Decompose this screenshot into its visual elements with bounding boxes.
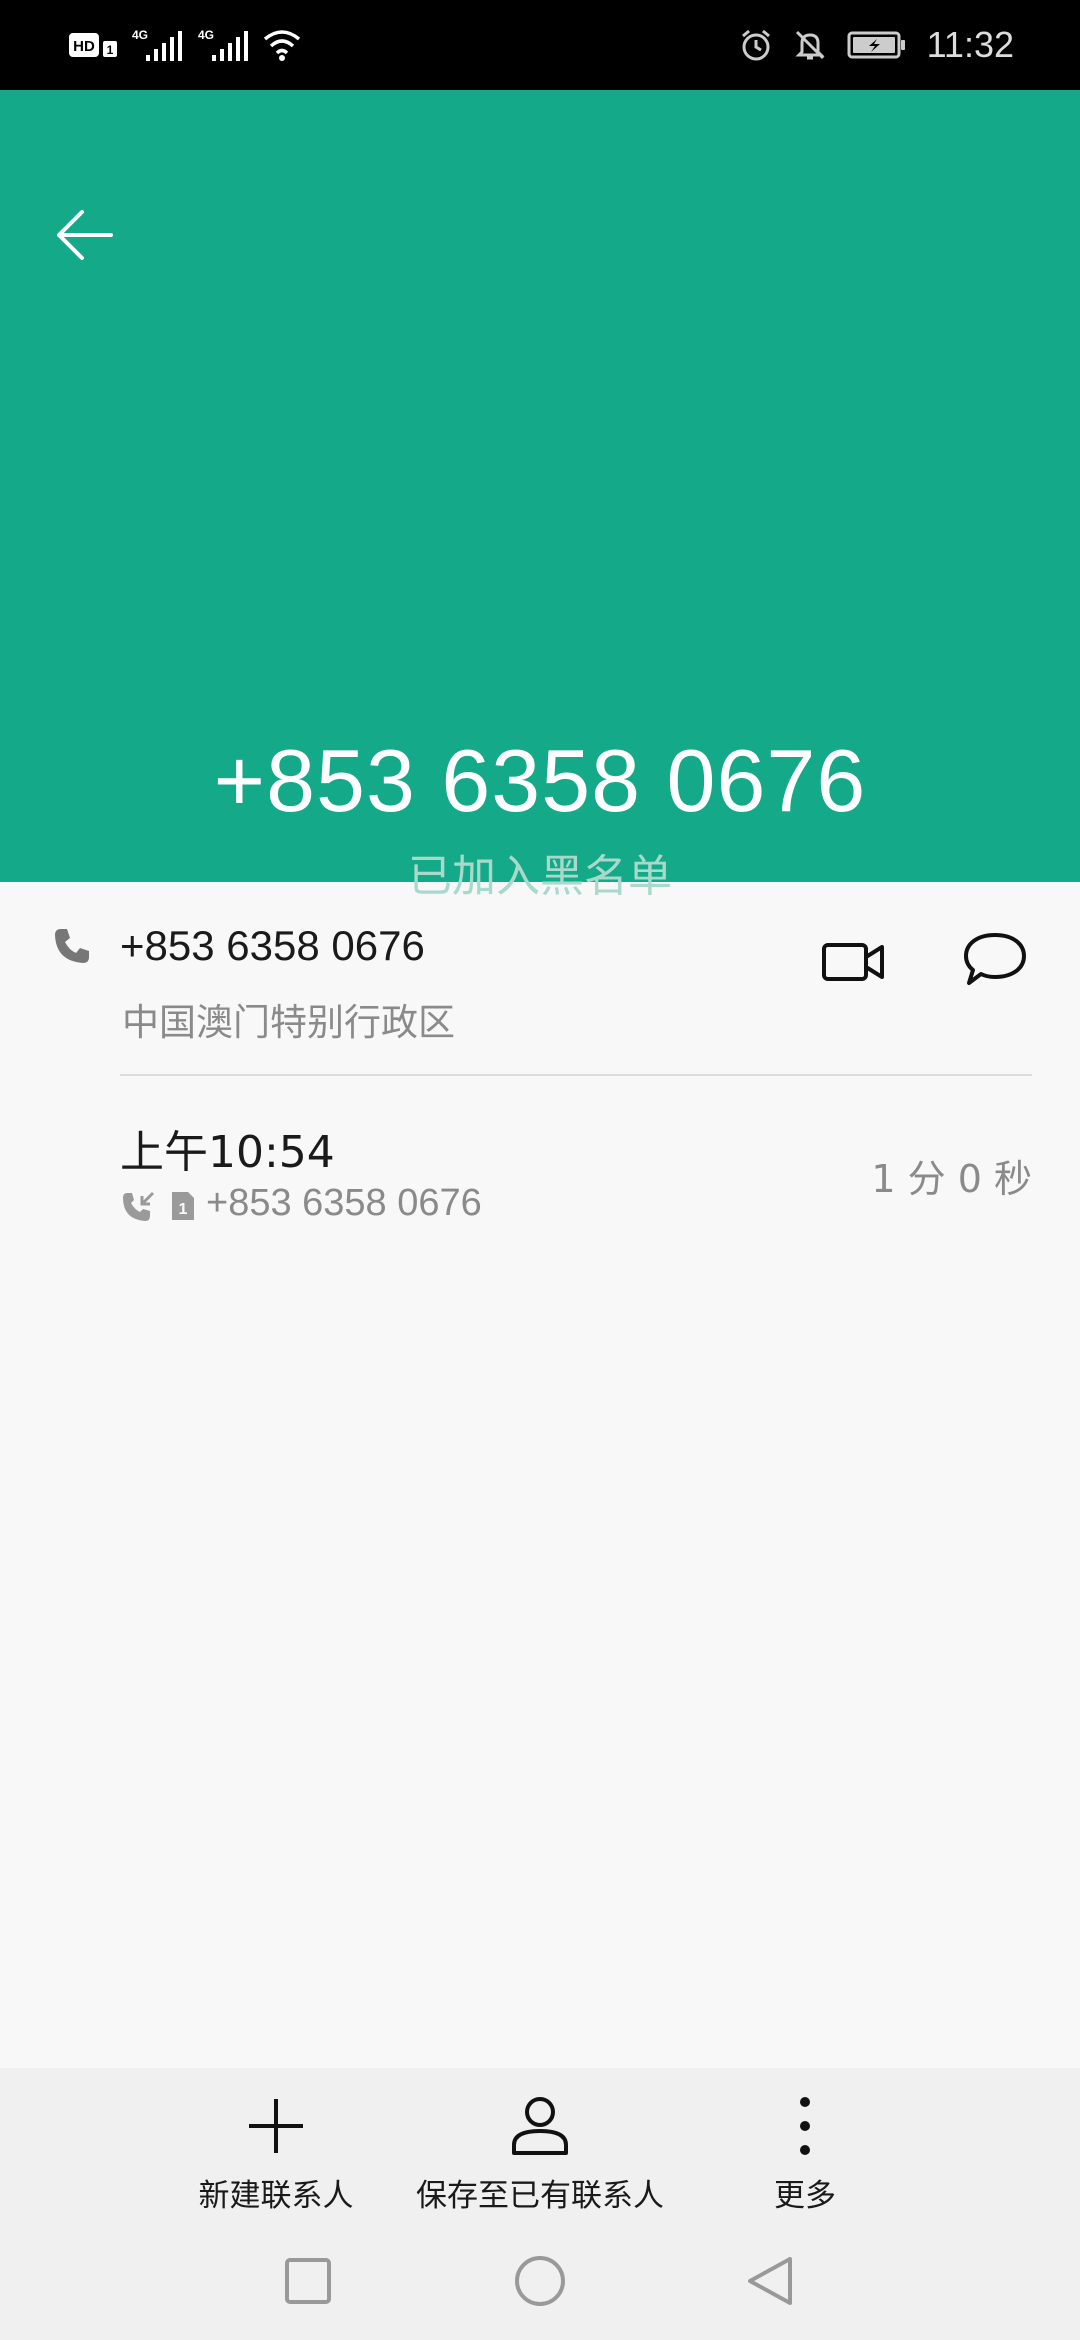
network-label-2: 4G [198,28,214,42]
status-time: 11:32 [926,24,1014,65]
new-contact-button[interactable]: 新建联系人 [176,2068,376,2218]
sim1-label: 1 [107,43,114,57]
signal-icon: 4G [132,28,182,61]
row-region: 中国澳门特别行政区 [122,1001,455,1044]
hd-icon: HD 1 [69,33,117,57]
status-left: HD 1 4G 4G [68,22,302,68]
arrow-left-icon [57,210,113,260]
recent-apps-button[interactable] [263,2236,353,2326]
back-nav-button[interactable] [725,2236,815,2326]
recent-apps-icon [285,2258,331,2304]
save-to-existing-contact-button[interactable]: 保存至已有联系人 [400,2068,680,2218]
sim-1-icon: 1 [172,1192,194,1220]
sim-1-label: 1 [179,1201,188,1218]
more-button[interactable]: 更多 [740,2068,870,2218]
phone-icon [55,929,89,963]
signal-icon: 4G [198,28,248,61]
battery-icon [847,31,905,59]
save-to-existing-label: 保存至已有联系人 [416,2178,664,2214]
home-button[interactable] [495,2236,585,2326]
mute-icon [794,30,825,60]
person-icon [512,2097,568,2155]
call-duration: 1 分 0 秒 [871,1157,1032,1201]
incoming-call-icon [123,1191,155,1221]
bottom-action-bar: 新建联系人 保存至已有联系人 更多 [0,2068,1080,2218]
wifi-icon [263,30,301,61]
more-label: 更多 [774,2178,836,2214]
back-icon [748,2257,792,2305]
video-call-button[interactable] [808,922,898,1002]
more-vertical-icon [800,2097,810,2155]
divider [120,1074,1032,1076]
hd-label: HD [73,38,95,55]
network-label-1: 4G [132,28,148,42]
navigation-bar [0,2218,1080,2340]
message-button[interactable] [950,918,1040,1004]
back-button[interactable] [40,190,130,280]
header-phone-number: +853 6358 0676 [213,731,867,830]
row-phone-number: +853 6358 0676 [120,922,425,969]
alarm-icon [741,29,770,61]
new-contact-label: 新建联系人 [198,2178,354,2214]
call-log-entry[interactable]: 上午10:54 1 +853 6358 0676 1 分 0 秒 [0,1090,1080,1250]
call-time: 上午10:54 [120,1127,335,1178]
contact-header: +853 6358 0676 已加入黑名单 [0,90,1080,902]
video-call-icon [822,943,884,981]
number-row[interactable]: +853 6358 0676 中国澳门特别行政区 [0,882,1080,1076]
message-icon [964,933,1026,985]
call-number: +853 6358 0676 [206,1182,482,1224]
status-bar: HD 1 4G 4G 11:32 [0,0,1080,90]
status-right: 11:32 [739,22,1014,68]
home-icon [515,2256,565,2306]
plus-icon [249,2099,303,2153]
